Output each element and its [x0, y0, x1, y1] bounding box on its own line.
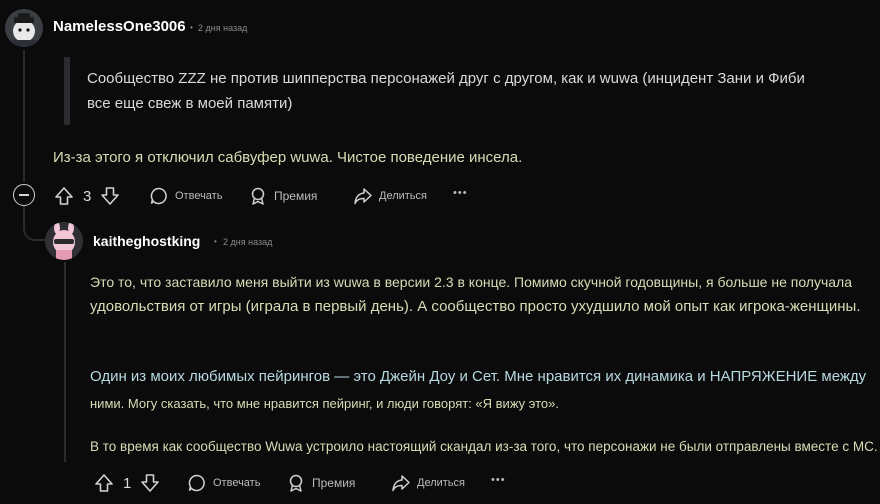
- avatar-image: [45, 222, 83, 260]
- separator-dot: •: [214, 237, 217, 246]
- vote-controls: 3: [53, 185, 121, 207]
- timestamp[interactable]: 2 дня назад: [198, 23, 247, 33]
- reply-paragraph-2-line-1: Один из моих любимых пейрингов — это Дже…: [90, 368, 867, 385]
- username[interactable]: NamelessOne3006: [53, 18, 186, 35]
- minus-icon: [19, 194, 29, 196]
- vote-count: 3: [83, 187, 92, 205]
- award-button[interactable]: Премия: [248, 186, 317, 206]
- share-icon: [354, 188, 372, 205]
- separator-dot: •: [190, 23, 193, 32]
- award-label: Премия: [312, 476, 356, 490]
- share-button[interactable]: Делиться: [391, 473, 465, 493]
- quote-line-2: все еще свеж в моей памяти): [87, 95, 293, 112]
- thread-line-reply: [64, 262, 66, 462]
- vote-controls: 1: [93, 472, 161, 494]
- comment-icon: [150, 187, 167, 205]
- thread-branch: [23, 205, 45, 241]
- comment-icon: [188, 474, 205, 492]
- reply-paragraph-1-line-2: удовольствия от игры (играла в первый де…: [90, 298, 861, 315]
- award-icon: [251, 187, 265, 205]
- comment-body: Из-за этого я отключил сабвуфер wuwa. Чи…: [53, 149, 523, 166]
- award-icon: [289, 474, 303, 492]
- share-label: Делиться: [417, 477, 465, 489]
- more-icon: •••: [491, 474, 506, 486]
- reply-paragraph-1-line-1: Это то, что заставило меня выйти из wuwa…: [90, 274, 853, 290]
- reply-label: Отвечать: [213, 477, 261, 489]
- share-label: Делиться: [379, 190, 427, 202]
- downvote-icon[interactable]: [99, 185, 121, 207]
- vote-count: 1: [123, 474, 132, 492]
- thread-line-main: [23, 50, 25, 182]
- reply-paragraph-3: В то время как сообщество Wuwa устроило …: [90, 439, 878, 454]
- quote-bar: [64, 57, 70, 125]
- award-button[interactable]: Премия: [286, 473, 355, 493]
- more-icon: •••: [453, 187, 468, 199]
- avatar[interactable]: [5, 9, 43, 47]
- more-options-button[interactable]: •••: [453, 187, 468, 199]
- upvote-icon[interactable]: [93, 472, 115, 494]
- avatar[interactable]: [45, 222, 83, 260]
- more-options-button[interactable]: •••: [491, 474, 506, 486]
- reply-button[interactable]: Отвечать: [149, 186, 222, 206]
- reply-label: Отвечать: [175, 190, 223, 202]
- collapse-button[interactable]: [13, 184, 35, 206]
- username[interactable]: kaitheghostking: [93, 233, 200, 249]
- timestamp[interactable]: 2 дня назад: [223, 237, 272, 247]
- avatar-image: [5, 9, 43, 47]
- upvote-icon[interactable]: [53, 185, 75, 207]
- reply-button[interactable]: Отвечать: [187, 473, 260, 493]
- share-icon: [392, 475, 410, 492]
- quote-line-1: Сообщество ZZZ не против шипперства перс…: [87, 70, 805, 87]
- share-button[interactable]: Делиться: [353, 186, 427, 206]
- award-label: Премия: [274, 189, 318, 203]
- reply-paragraph-2-line-2: ними. Могу сказать, что мне нравится пей…: [90, 396, 560, 411]
- downvote-icon[interactable]: [139, 472, 161, 494]
